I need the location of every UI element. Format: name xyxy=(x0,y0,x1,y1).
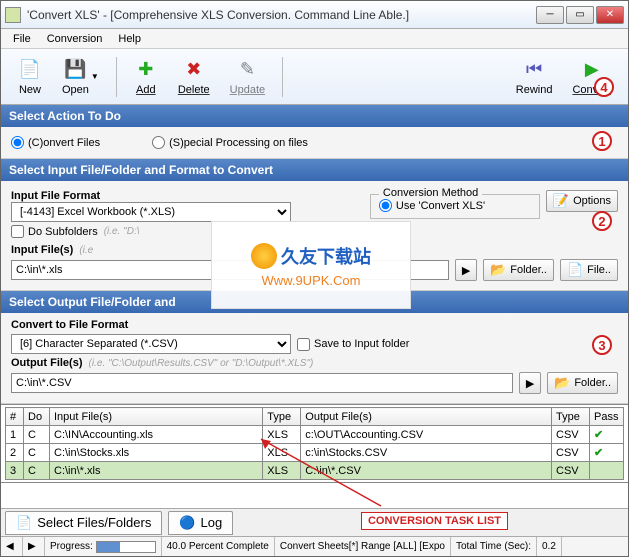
file-icon: 📄 xyxy=(567,262,583,278)
table-row[interactable]: 2CC:\in\Stocks.xlsXLSc:\in\Stocks.CSVCSV… xyxy=(6,444,624,462)
col-input[interactable]: Input File(s) xyxy=(50,408,263,426)
input-format-select[interactable]: [-4143] Excel Workbook (*.XLS) xyxy=(11,202,291,222)
plus-icon: ✚ xyxy=(134,58,158,82)
table-row[interactable]: 3CC:\in\*.xlsXLSC:\in\*.CSVCSV xyxy=(6,462,624,480)
output-files-label: Output File(s) xyxy=(11,357,83,369)
col-do[interactable]: Do xyxy=(24,408,50,426)
tab-log[interactable]: 🔵 Log xyxy=(168,511,233,535)
progress-bar xyxy=(96,541,156,553)
input-folder-button[interactable]: 📂Folder.. xyxy=(483,259,554,281)
menubar: File Conversion Help xyxy=(1,29,628,49)
maximize-button[interactable]: ▭ xyxy=(566,6,594,24)
col-type2[interactable]: Type xyxy=(552,408,590,426)
task-table-container: # Do Input File(s) Type Output File(s) T… xyxy=(1,404,628,483)
section2-header: Select Input File/Folder and Format to C… xyxy=(1,159,628,181)
toolbar: 📄 New 💾 Open ▼ ✚ Add ✖ Delete ✎ Update ⏮… xyxy=(1,49,628,105)
play-icon: ▶ xyxy=(462,264,470,277)
conversion-method-group: Conversion Method Use 'Convert XLS' xyxy=(370,194,540,219)
do-subfolders-check[interactable]: Do Subfolders xyxy=(11,225,98,238)
log-icon: 🔵 xyxy=(179,515,195,531)
menu-file[interactable]: File xyxy=(5,31,39,47)
section1-panel: (C)onvert Files (S)pecial Processing on … xyxy=(1,127,628,159)
tab-select-files[interactable]: 📄 Select Files/Folders xyxy=(5,511,162,535)
folder-icon: 📂 xyxy=(554,375,570,391)
options-button[interactable]: 📝 Options xyxy=(546,190,618,212)
input-play-button[interactable]: ▶ xyxy=(455,259,477,281)
minimize-button[interactable]: ─ xyxy=(536,6,564,24)
titlebar: 'Convert XLS' - [Comprehensive XLS Conve… xyxy=(1,1,628,29)
col-type1[interactable]: Type xyxy=(263,408,301,426)
new-button[interactable]: 📄 New xyxy=(9,53,51,101)
pencil-icon: ✎ xyxy=(235,58,259,82)
open-button[interactable]: 💾 Open ▼ xyxy=(53,53,108,101)
x-icon: ✖ xyxy=(182,58,206,82)
left-arrow-icon[interactable]: ◀ xyxy=(6,541,14,552)
task-table: # Do Input File(s) Type Output File(s) T… xyxy=(5,407,624,480)
input-file-button[interactable]: 📄File.. xyxy=(560,259,618,281)
annotation-task-list: CONVERSION TASK LIST xyxy=(361,512,508,530)
col-pass[interactable]: Pass xyxy=(590,408,624,426)
open-folder-icon: 💾 xyxy=(63,58,87,82)
percent-complete: 40.0 Percent Complete xyxy=(162,537,275,556)
chevron-down-icon: ▼ xyxy=(91,72,99,81)
watermark-overlay: 久友下载站 Www.9UPK.Com xyxy=(211,221,411,309)
close-button[interactable]: ✕ xyxy=(596,6,624,24)
col-output[interactable]: Output File(s) xyxy=(301,408,552,426)
time-value: 0.2 xyxy=(537,537,562,556)
output-format-select[interactable]: [6] Character Separated (*.CSV) xyxy=(11,334,291,354)
folder-icon: 📂 xyxy=(490,262,506,278)
annotation-2: 2 xyxy=(592,211,612,231)
window-title: 'Convert XLS' - [Comprehensive XLS Conve… xyxy=(27,8,536,22)
col-num[interactable]: # xyxy=(6,408,24,426)
output-files-field[interactable] xyxy=(11,373,513,393)
files-icon: 📄 xyxy=(16,515,32,531)
gear-icon: 📝 xyxy=(553,193,569,209)
play-icon: ▶ xyxy=(526,377,534,390)
output-play-button[interactable]: ▶ xyxy=(519,372,541,394)
rewind-icon: ⏮ xyxy=(522,58,546,82)
table-row[interactable]: 1CC:\IN\Accounting.xlsXLSc:\OUT\Accounti… xyxy=(6,426,624,444)
output-folder-button[interactable]: 📂Folder.. xyxy=(547,372,618,394)
section1-header: Select Action To Do xyxy=(1,105,628,127)
new-doc-icon: 📄 xyxy=(18,58,42,82)
menu-help[interactable]: Help xyxy=(110,31,149,47)
radio-use-convert-xls[interactable]: Use 'Convert XLS' xyxy=(379,199,531,212)
input-files-label: Input File(s) xyxy=(11,244,73,256)
progress-label: Progress: xyxy=(50,541,93,552)
output-format-label: Convert to File Format xyxy=(11,319,618,331)
annotation-1: 1 xyxy=(592,131,612,151)
menu-conversion[interactable]: Conversion xyxy=(39,31,111,47)
delete-button[interactable]: ✖ Delete xyxy=(169,53,219,101)
radio-convert-files[interactable]: (C)onvert Files xyxy=(11,136,100,149)
annotation-4: 4 xyxy=(594,77,614,97)
app-icon xyxy=(5,7,21,23)
add-button[interactable]: ✚ Add xyxy=(125,53,167,101)
rewind-button[interactable]: ⏮ Rewind xyxy=(507,53,562,101)
time-label: Total Time (Sec): xyxy=(456,541,531,552)
section3-panel: Convert to File Format [6] Character Sep… xyxy=(1,313,628,404)
update-button[interactable]: ✎ Update xyxy=(221,53,274,101)
tab-row: 📄 Select Files/Folders 🔵 Log CONVERSION … xyxy=(1,508,628,536)
annotation-3: 3 xyxy=(592,335,612,355)
input-format-label: Input File Format xyxy=(11,190,364,202)
radio-special-processing[interactable]: (S)pecial Processing on files xyxy=(152,136,308,149)
statusbar: ◀ ▶ Progress: 40.0 Percent Complete Conv… xyxy=(1,536,628,556)
save-to-input-check[interactable]: Save to Input folder xyxy=(297,338,409,351)
right-arrow-icon[interactable]: ▶ xyxy=(28,541,36,552)
app-window: 'Convert XLS' - [Comprehensive XLS Conve… xyxy=(0,0,629,557)
convert-sheets-info: Convert Sheets[*] Range [ALL] [Expo xyxy=(275,537,451,556)
